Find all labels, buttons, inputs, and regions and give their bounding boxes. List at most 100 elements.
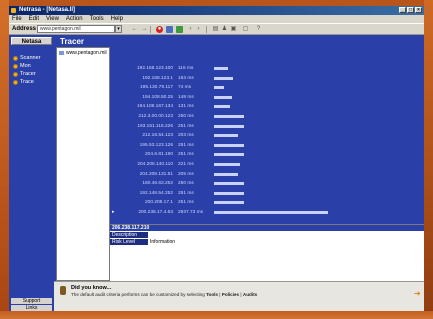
stats-icon[interactable]: ▤: [212, 26, 219, 33]
minimize-icon[interactable]: _: [399, 7, 406, 13]
maximize-icon[interactable]: □: [407, 7, 414, 13]
trace-hop-ip: 195.130.79.117: [140, 85, 173, 91]
sidebar-item-trace[interactable]: Trace: [11, 79, 34, 86]
menu-item-view[interactable]: View: [46, 15, 59, 23]
trace-hop-ip: 200.238.17.4.63: [138, 210, 173, 215]
trace-hop-time: 251 ms: [178, 152, 194, 158]
trace-hop-bar: [214, 124, 244, 128]
report-icon[interactable]: [166, 26, 173, 33]
trace-hop-bar: [214, 172, 239, 176]
details-host: 206.238.117.210: [110, 225, 424, 231]
tip-text-prefix: The default audit criteria performs can …: [71, 292, 205, 297]
trace-hop-time: 116 ms: [178, 66, 194, 71]
trace-hop-ip: 200.208.17.1: [144, 200, 173, 206]
stop-icon[interactable]: ●: [156, 26, 163, 33]
toolbar: Address www.pentagon.mil ▾ ← → ● ‹ › ▤ ♟…: [9, 23, 424, 35]
help-icon[interactable]: ?: [255, 26, 262, 33]
tip-link-audits[interactable]: Audits: [243, 292, 257, 297]
trace-hop-ip: 204.208.140.110: [137, 162, 173, 167]
circle-icon: [13, 64, 18, 69]
trace-hop-bar: [214, 163, 241, 166]
details-key: Description: [110, 232, 148, 238]
trace-hop-bar: [214, 211, 328, 214]
trace-hop-bar: [214, 95, 232, 99]
desktop-bottom-edge: [0, 311, 433, 319]
trace-hop-bar: [214, 143, 244, 147]
details-row: Risk Level Information: [110, 239, 424, 245]
prev-icon[interactable]: ‹: [187, 26, 194, 33]
sidebar: Netasa Scanner Mon Tracer Trace Support …: [9, 35, 54, 311]
trace-hop-time: 221 ms: [178, 162, 194, 167]
details-panel: 206.238.117.210 Description Risk Level I…: [110, 224, 424, 282]
trace-hop-ip: 204.208.131.51: [139, 171, 173, 177]
globe-icon: [59, 51, 64, 55]
desktop-right-edge: [424, 0, 433, 319]
window-controls: _ □ ×: [399, 7, 422, 13]
next-icon[interactable]: ›: [195, 26, 202, 33]
circle-icon: [13, 72, 18, 77]
menu-item-help[interactable]: Help: [111, 15, 123, 23]
trace-hop-time: 74 ms: [178, 85, 192, 91]
tip-link-tools[interactable]: Tools: [206, 292, 218, 297]
details-value: Information: [150, 239, 176, 245]
trace-hop-time: 148 ms: [178, 94, 194, 100]
links-button[interactable]: Links: [11, 305, 52, 311]
refresh-icon[interactable]: [176, 26, 183, 33]
tree-item-host[interactable]: www.pentagon.mil: [59, 50, 107, 56]
menu-item-edit[interactable]: Edit: [29, 15, 39, 23]
forward-icon[interactable]: →: [141, 26, 148, 33]
trace-hop-ip: 195.53.123.126: [139, 142, 173, 148]
trace-hop-ip: 160.46.63.252: [142, 181, 173, 187]
sidebar-item-scanner[interactable]: Scanner: [11, 55, 41, 62]
user-icon[interactable]: ♟: [221, 26, 228, 33]
address-input[interactable]: www.pentagon.mil: [37, 25, 115, 33]
app-window: Netrasa - [Netasa.ll] _ □ × File Edit View…: [9, 6, 424, 311]
trace-hop-bar: [214, 153, 244, 157]
lightbulb-icon: [60, 286, 66, 295]
trace-hop-bar: [214, 134, 239, 138]
toolbar-divider: [150, 26, 151, 33]
next-tip-icon[interactable]: ➔: [414, 290, 421, 298]
sidebar-item-mon[interactable]: Mon: [11, 63, 31, 70]
toolbar-divider: [206, 26, 207, 33]
tree-item-label: www.pentagon.mil: [66, 50, 107, 56]
menu-bar: File Edit View Action Tools Help: [9, 15, 424, 23]
page-title: Tracer: [60, 37, 85, 46]
host-tree: www.pentagon.mil: [56, 47, 110, 281]
window-title: Netrasa - [Netasa.ll]: [19, 7, 76, 13]
trace-hop-ip: 194.108.50.25: [142, 94, 173, 100]
trace-hop-bar: [214, 182, 244, 186]
back-icon[interactable]: ←: [131, 26, 138, 33]
trace-hop-time: 251 ms: [178, 200, 194, 206]
trace-hop-bar: [214, 67, 228, 70]
menu-item-action[interactable]: Action: [66, 15, 83, 23]
tip-bar: Did you know... The default audit criter…: [54, 281, 424, 311]
menu-item-file[interactable]: File: [12, 15, 22, 23]
trace-hop-ip: 212.16.54.123: [142, 133, 173, 139]
close-icon[interactable]: ×: [415, 7, 422, 13]
trace-hop-time: 250 ms: [178, 114, 194, 119]
trace-hop-time: 131 ms: [178, 104, 194, 110]
address-dropdown-icon[interactable]: ▾: [115, 25, 122, 33]
trace-hop-time: 250 ms: [178, 181, 194, 187]
sidebar-item-label: Trace: [20, 79, 34, 85]
support-button[interactable]: Support: [11, 298, 52, 304]
trace-hop-bar: [214, 191, 244, 195]
trace-hop-ip: 192.148.54.252: [139, 190, 173, 196]
app-icon: [11, 8, 16, 13]
sidebar-item-tracer[interactable]: Tracer: [11, 71, 36, 78]
export-icon[interactable]: ▣: [230, 26, 237, 33]
title-bar: Netrasa - [Netasa.ll] _ □ ×: [9, 6, 424, 15]
tip-text: The default audit criteria performs can …: [71, 292, 258, 297]
menu-item-tools[interactable]: Tools: [90, 15, 104, 23]
trace-hop-ip: 192.168.123.100: [136, 66, 173, 71]
trace-hop-bar: [214, 86, 224, 90]
tip-link-policies[interactable]: Policies: [222, 292, 239, 297]
trace-hop-time: 205 ms: [178, 171, 194, 177]
document-icon[interactable]: ▢: [242, 26, 249, 33]
trace-chart: 192.168.123.100 116 ms 192.168.123.1 163 ms…: [112, 66, 418, 221]
trace-hop-time: 251 ms: [178, 142, 194, 148]
sidebar-item-label: Tracer: [20, 71, 36, 77]
address-label: Address: [12, 26, 37, 32]
desktop-left-edge: [0, 0, 9, 319]
